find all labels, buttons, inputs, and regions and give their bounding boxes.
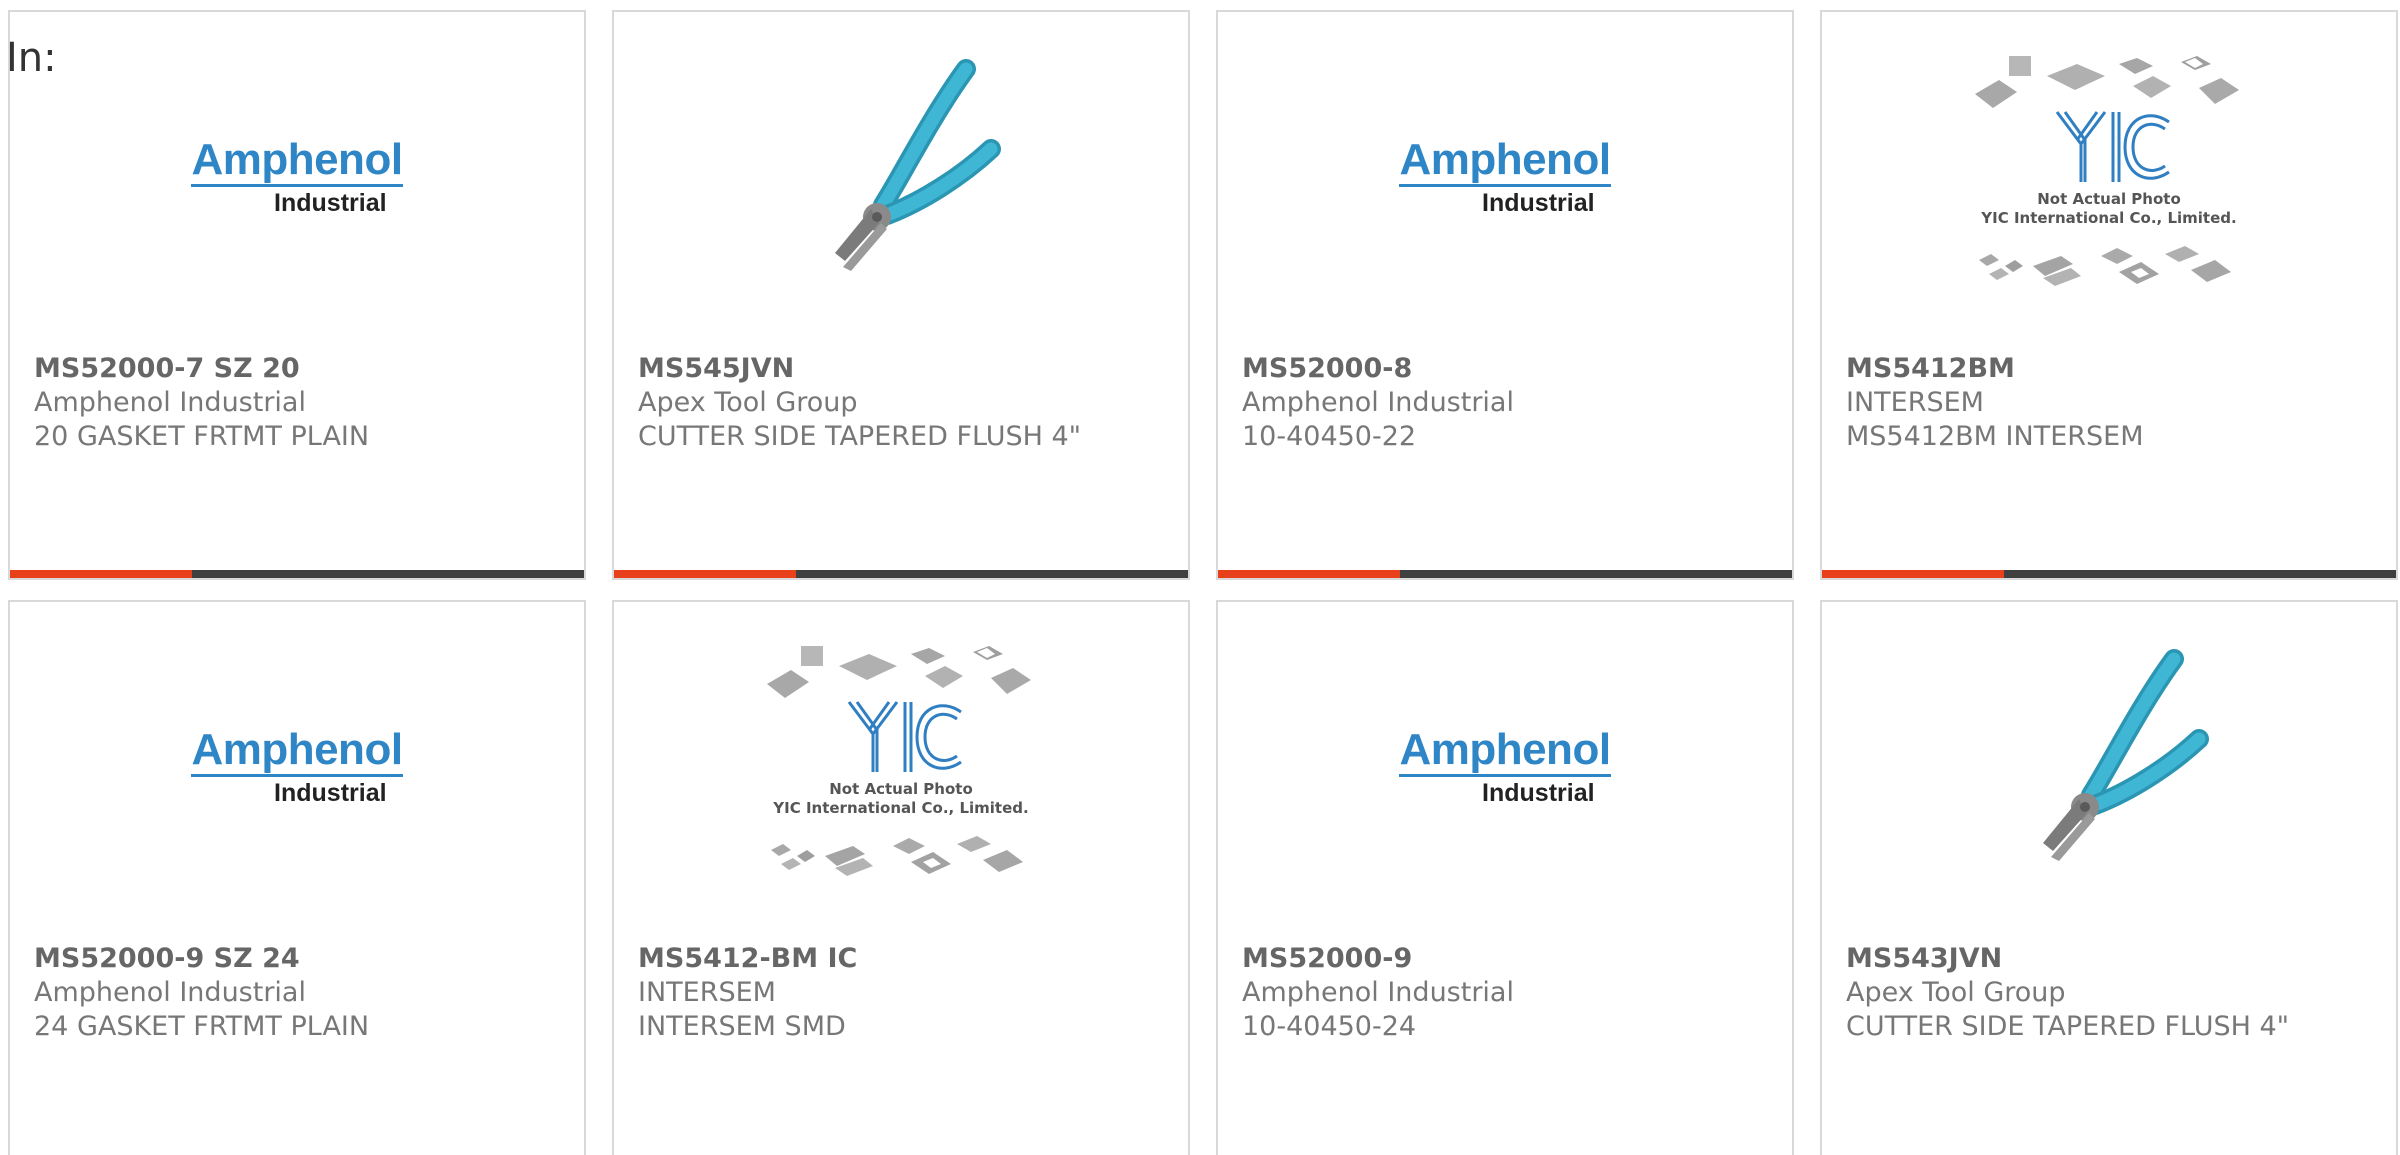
card-accent-bar [10, 570, 192, 578]
product-description: CUTTER SIDE TAPERED FLUSH 4" [638, 421, 1082, 452]
yic-caption-line2: YIC International Co., Limited. [772, 799, 1028, 817]
yic-placeholder-image: Not Actual Photo YIC International Co., … [1975, 56, 2239, 286]
amphenol-sub-text: Industrial [274, 189, 387, 217]
card-bottom-bar [614, 570, 1188, 578]
product-manufacturer: Apex Tool Group [638, 387, 858, 418]
product-part-number[interactable]: MS52000-7 SZ 20 [34, 352, 568, 386]
product-image[interactable]: Amphenol Industrial [10, 12, 584, 342]
product-info: MS52000-7 SZ 20 Amphenol Industrial 20 G… [34, 352, 568, 454]
product-card-8[interactable]: MS543JVN Apex Tool Group CUTTER SIDE TAP… [1820, 600, 2398, 1155]
product-description: 20 GASKET FRTMT PLAIN [34, 421, 370, 452]
chip-icon [801, 646, 823, 666]
amphenol-brand-text: Amphenol [191, 728, 403, 777]
product-description: INTERSEM SMD [638, 1011, 846, 1042]
product-manufacturer: Amphenol Industrial [34, 977, 306, 1008]
chip-icon [2009, 56, 2031, 76]
product-manufacturer: Amphenol Industrial [1242, 387, 1514, 418]
card-accent-bar [614, 570, 796, 578]
product-description: 10-40450-22 [1242, 421, 1417, 452]
yic-caption-line2: YIC International Co., Limited. [1980, 209, 2236, 227]
product-info: MS52000-9 Amphenol Industrial 10-40450-2… [1242, 942, 1776, 1044]
product-description: 10-40450-24 [1242, 1011, 1417, 1042]
product-info: MS52000-9 SZ 24 Amphenol Industrial 24 G… [34, 942, 568, 1044]
amphenol-logo: Amphenol Industrial [1399, 138, 1611, 217]
product-grid: Amphenol Industrial MS52000-7 SZ 20 Amph… [8, 10, 2398, 1155]
product-part-number[interactable]: MS543JVN [1846, 942, 2380, 976]
amphenol-brand-text: Amphenol [1399, 138, 1611, 187]
product-part-number[interactable]: MS5412-BM IC [638, 942, 1172, 976]
amphenol-sub-text: Industrial [1482, 189, 1595, 217]
product-image[interactable]: Not Actual Photo YIC International Co., … [614, 602, 1188, 932]
card-accent-bar [1218, 570, 1400, 578]
plier-icon [2043, 649, 2209, 861]
card-bottom-bar [1822, 570, 2396, 578]
product-results-page: In: Amphenol Industrial MS52000-7 SZ 20 … [0, 0, 2400, 1155]
product-image[interactable]: Amphenol Industrial [1218, 602, 1792, 932]
product-part-number[interactable]: MS52000-9 SZ 24 [34, 942, 568, 976]
product-image[interactable]: Amphenol Industrial [10, 602, 584, 932]
product-card-6[interactable]: Not Actual Photo YIC International Co., … [612, 600, 1190, 1155]
product-info: MS543JVN Apex Tool Group CUTTER SIDE TAP… [1846, 942, 2380, 1044]
product-card-3[interactable]: Amphenol Industrial MS52000-8 Amphenol I… [1216, 10, 1794, 580]
amphenol-sub-text: Industrial [274, 779, 387, 807]
yic-placeholder-image: Not Actual Photo YIC International Co., … [767, 646, 1031, 876]
product-card-2[interactable]: MS545JVN Apex Tool Group CUTTER SIDE TAP… [612, 10, 1190, 580]
amphenol-logo: Amphenol Industrial [1399, 728, 1611, 807]
in-label: In: [6, 35, 57, 81]
product-part-number[interactable]: MS52000-8 [1242, 352, 1776, 386]
product-manufacturer: Amphenol Industrial [1242, 977, 1514, 1008]
amphenol-brand-text: Amphenol [1399, 728, 1611, 777]
amphenol-brand-text: Amphenol [191, 138, 403, 187]
product-part-number[interactable]: MS545JVN [638, 352, 1172, 386]
product-manufacturer: Amphenol Industrial [34, 387, 306, 418]
product-image[interactable]: Amphenol Industrial [1218, 12, 1792, 342]
product-part-number[interactable]: MS52000-9 [1242, 942, 1776, 976]
card-bottom-bar [10, 570, 584, 578]
product-manufacturer: Apex Tool Group [1846, 977, 2066, 1008]
card-bottom-bar [1218, 570, 1792, 578]
product-info: MS5412BM INTERSEM MS5412BM INTERSEM [1846, 352, 2380, 454]
product-description: CUTTER SIDE TAPERED FLUSH 4" [1846, 1011, 2290, 1042]
amphenol-logo: Amphenol Industrial [191, 728, 403, 807]
product-description: MS5412BM INTERSEM [1846, 421, 2144, 452]
product-card-1[interactable]: Amphenol Industrial MS52000-7 SZ 20 Amph… [8, 10, 586, 580]
product-info: MS5412-BM IC INTERSEM INTERSEM SMD [638, 942, 1172, 1044]
yic-caption-line1: Not Actual Photo [2037, 190, 2181, 208]
product-image[interactable] [614, 12, 1188, 342]
card-accent-bar [1822, 570, 2004, 578]
product-card-5[interactable]: Amphenol Industrial MS52000-9 SZ 24 Amph… [8, 600, 586, 1155]
yic-caption-line1: Not Actual Photo [829, 780, 973, 798]
product-info: MS52000-8 Amphenol Industrial 10-40450-2… [1242, 352, 1776, 454]
product-card-7[interactable]: Amphenol Industrial MS52000-9 Amphenol I… [1216, 600, 1794, 1155]
plier-icon [835, 59, 1001, 271]
product-card-4[interactable]: Not Actual Photo YIC International Co., … [1820, 10, 2398, 580]
product-manufacturer: INTERSEM [1846, 387, 1984, 418]
product-image[interactable] [1822, 602, 2396, 932]
product-manufacturer: INTERSEM [638, 977, 776, 1008]
product-image[interactable]: Not Actual Photo YIC International Co., … [1822, 12, 2396, 342]
product-part-number[interactable]: MS5412BM [1846, 352, 2380, 386]
product-info: MS545JVN Apex Tool Group CUTTER SIDE TAP… [638, 352, 1172, 454]
amphenol-logo: Amphenol Industrial [191, 138, 403, 217]
product-description: 24 GASKET FRTMT PLAIN [34, 1011, 370, 1042]
amphenol-sub-text: Industrial [1482, 779, 1595, 807]
